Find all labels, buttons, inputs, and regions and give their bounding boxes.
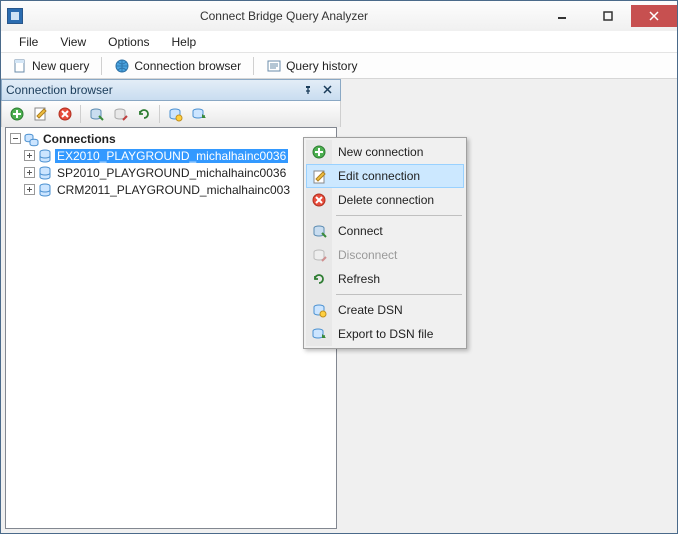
toolbar-separator (80, 105, 81, 123)
ctx-label: Create DSN (338, 303, 403, 317)
menu-help[interactable]: Help (162, 33, 207, 51)
edit-icon (33, 106, 49, 122)
menu-view[interactable]: View (50, 33, 96, 51)
ctx-label: Export to DSN file (338, 327, 433, 341)
ctx-label: New connection (338, 145, 423, 159)
plus-icon (9, 106, 25, 122)
window-controls (539, 5, 677, 27)
edit-icon (312, 169, 328, 185)
connection-browser-button[interactable]: Connection browser (107, 55, 248, 77)
ctx-new-connection[interactable]: New connection (306, 140, 464, 164)
ctx-refresh[interactable]: Refresh (306, 267, 464, 291)
toolbar-separator (253, 57, 254, 75)
connection-browser-panel: Connection browser (1, 79, 341, 533)
window-title: Connect Bridge Query Analyzer (29, 9, 539, 23)
expander-icon[interactable] (10, 133, 21, 144)
disconnect-icon (112, 106, 128, 122)
ctx-export-dsn[interactable]: Export to DSN file (306, 322, 464, 346)
dsn-icon (311, 302, 327, 318)
context-menu-separator (336, 294, 462, 295)
create-dsn-button[interactable] (164, 103, 186, 125)
minimize-icon (557, 11, 567, 21)
close-icon (323, 85, 333, 95)
export-icon (191, 106, 207, 122)
ctx-label: Delete connection (338, 193, 434, 207)
ctx-edit-connection[interactable]: Edit connection (306, 164, 464, 188)
ctx-create-dsn[interactable]: Create DSN (306, 298, 464, 322)
refresh-icon (311, 271, 327, 287)
close-icon (649, 11, 659, 21)
ctx-delete-connection[interactable]: Delete connection (306, 188, 464, 212)
ctx-disconnect: Disconnect (306, 243, 464, 267)
refresh-button[interactable] (133, 103, 155, 125)
menu-bar: File View Options Help (1, 31, 677, 53)
expander-icon[interactable] (24, 167, 35, 178)
edit-connection-button[interactable] (30, 103, 52, 125)
minimize-button[interactable] (539, 5, 585, 27)
dsn-icon (167, 106, 183, 122)
ctx-connect[interactable]: Connect (306, 219, 464, 243)
content-area: Connection browser (1, 79, 677, 533)
globe-icon (114, 58, 130, 74)
new-query-label: New query (32, 59, 89, 73)
export-icon (311, 326, 327, 342)
database-icon (37, 165, 53, 181)
expander-icon[interactable] (24, 184, 35, 195)
disconnect-icon (311, 247, 327, 263)
query-history-button[interactable]: Query history (259, 55, 364, 77)
tree-node-label: EX2010_PLAYGROUND_michalhainc0036 (55, 149, 288, 163)
ctx-label: Disconnect (338, 248, 397, 262)
tree-node[interactable]: EX2010_PLAYGROUND_michalhainc0036 (6, 147, 336, 164)
tree-node[interactable]: CRM2011_PLAYGROUND_michalhainc003 (6, 181, 336, 198)
ctx-label: Refresh (338, 272, 380, 286)
connect-icon (88, 106, 104, 122)
tree-node[interactable]: SP2010_PLAYGROUND_michalhainc0036 (6, 164, 336, 181)
context-menu-separator (336, 215, 462, 216)
tree-node-label: SP2010_PLAYGROUND_michalhainc0036 (55, 166, 288, 180)
connections-icon (23, 131, 39, 147)
export-dsn-button[interactable] (188, 103, 210, 125)
expander-icon[interactable] (24, 150, 35, 161)
close-button[interactable] (631, 5, 677, 27)
database-icon (37, 148, 53, 164)
delete-connection-button[interactable] (54, 103, 76, 125)
title-bar: Connect Bridge Query Analyzer (1, 1, 677, 31)
panel-close-button[interactable] (320, 82, 336, 98)
menu-file[interactable]: File (9, 33, 48, 51)
panel-title: Connection browser (6, 83, 296, 97)
panel-toolbar (1, 101, 341, 127)
context-menu: New connection Edit connection Delete co… (303, 137, 467, 349)
history-icon (266, 58, 282, 74)
query-history-label: Query history (286, 59, 357, 73)
ctx-label: Edit connection (338, 169, 420, 183)
plus-icon (311, 144, 327, 160)
toolbar-separator (101, 57, 102, 75)
app-icon (7, 8, 23, 24)
new-connection-button[interactable] (6, 103, 28, 125)
app-window: Connect Bridge Query Analyzer File View … (0, 0, 678, 534)
pin-icon (303, 85, 313, 95)
pin-button[interactable] (300, 82, 316, 98)
delete-icon (311, 192, 327, 208)
toolbar-separator (159, 105, 160, 123)
maximize-icon (603, 11, 613, 21)
main-toolbar: New query Connection browser Query histo… (1, 53, 677, 79)
connect-icon (311, 223, 327, 239)
tree-root-label: Connections (41, 132, 118, 146)
connection-browser-label: Connection browser (134, 59, 241, 73)
tree-root[interactable]: Connections (6, 130, 336, 147)
refresh-icon (136, 106, 152, 122)
connection-tree[interactable]: Connections EX2010_PLAYGROUND_michalhain… (5, 127, 337, 529)
panel-header: Connection browser (1, 79, 341, 101)
menu-options[interactable]: Options (98, 33, 159, 51)
delete-icon (57, 106, 73, 122)
database-icon (37, 182, 53, 198)
disconnect-button[interactable] (109, 103, 131, 125)
maximize-button[interactable] (585, 5, 631, 27)
ctx-label: Connect (338, 224, 383, 238)
tree-node-label: CRM2011_PLAYGROUND_michalhainc003 (55, 183, 292, 197)
connect-button[interactable] (85, 103, 107, 125)
document-icon (12, 58, 28, 74)
new-query-button[interactable]: New query (5, 55, 96, 77)
